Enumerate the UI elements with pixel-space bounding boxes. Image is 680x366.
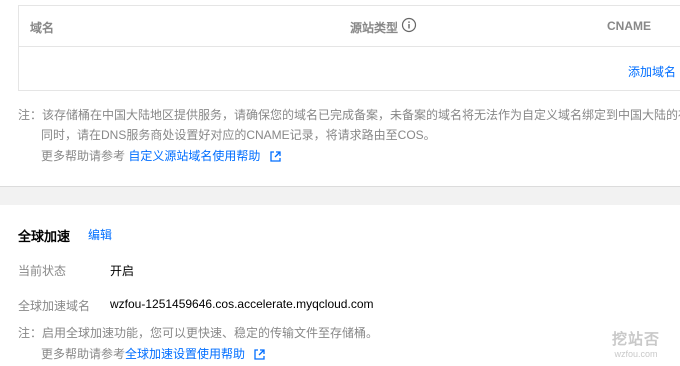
help-prefix: 更多帮助请参考 <box>41 347 126 361</box>
help-prefix: 更多帮助请参考 <box>41 149 126 163</box>
edit-button[interactable]: 编辑 <box>88 226 112 243</box>
column-origin-type: 源站类型 <box>350 21 399 35</box>
domain-note-line2: 同时，请在DNS服务商处设置好对应的CNAME记录，将请求路由至COS。 <box>41 128 436 142</box>
domain-table-header: 域名 源站类型 CNAME <box>19 6 680 47</box>
accel-help-link[interactable]: 全球加速设置使用帮助 <box>125 347 245 361</box>
custom-domain-help-link[interactable]: 自定义源站域名使用帮助 <box>128 149 260 163</box>
accel-help-row: 更多帮助请参考全球加速设置使用帮助 <box>41 344 266 366</box>
external-link-icon[interactable] <box>270 148 281 168</box>
add-domain-link[interactable]: 添加域名 <box>628 63 676 80</box>
external-link-icon[interactable] <box>254 346 266 366</box>
accel-note: 注：启用全球加速功能，您可以更快速、稳定的传输文件至存储桶。 <box>18 326 379 340</box>
domain-note-line1: 注：该存储桶在中国大陆地区提供服务，请确保您的域名已完成备案，未备案的域名将无法… <box>18 108 680 122</box>
info-icon[interactable] <box>401 17 417 33</box>
watermark-url: wzfou.com <box>614 349 658 359</box>
status-label: 当前状态 <box>18 264 67 278</box>
domain-help-row: 更多帮助请参考 自定义源站域名使用帮助 <box>41 146 281 168</box>
accel-domain-label: 全球加速域名 <box>18 299 91 313</box>
section-title: 全球加速 <box>18 229 71 244</box>
watermark-logo: 挖站否 <box>611 331 660 348</box>
watermark: 挖站否 wzfou.com <box>596 328 676 364</box>
column-cname: CNAME <box>607 19 651 33</box>
custom-domain-card: 域名 源站类型 CNAME 添加域名 注：该存储桶在中国大陆地区提供服务，请确保… <box>0 0 680 187</box>
status-value: 开启 <box>110 264 135 278</box>
global-acceleration-card: 全球加速 编辑 当前状态 开启 全球加速域名 wzfou-1251459646.… <box>0 205 680 366</box>
domain-table: 域名 源站类型 CNAME 添加域名 <box>18 5 680 91</box>
accel-domain-value: wzfou-1251459646.cos.accelerate.myqcloud… <box>110 297 374 311</box>
column-domain: 域名 <box>30 21 55 35</box>
